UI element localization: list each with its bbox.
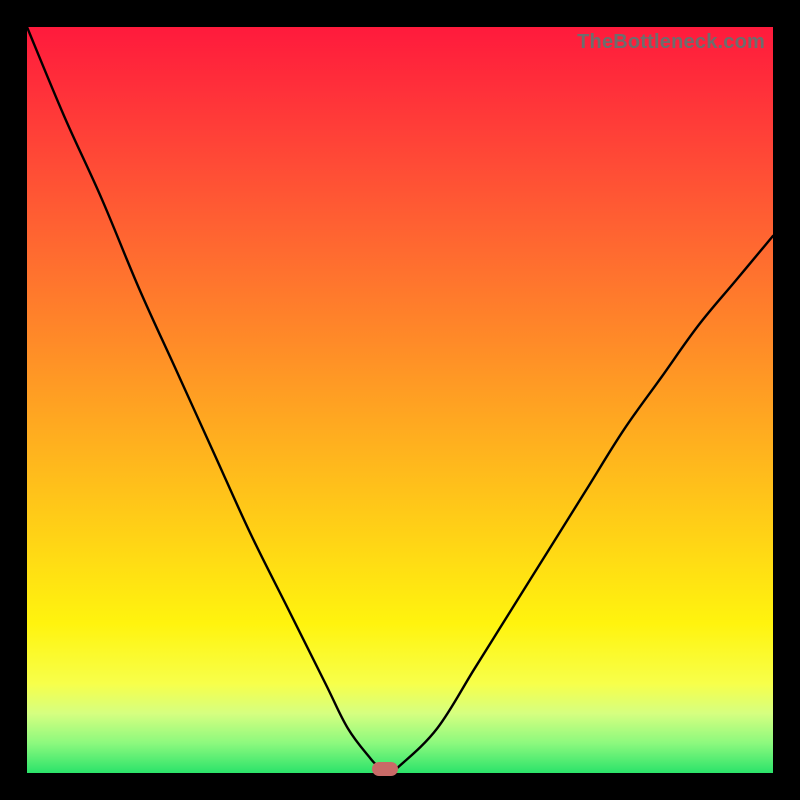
optimal-point-marker	[372, 762, 398, 776]
plot-area: TheBottleneck.com	[27, 27, 773, 773]
chart-frame: TheBottleneck.com	[0, 0, 800, 800]
bottleneck-curve	[27, 27, 773, 773]
